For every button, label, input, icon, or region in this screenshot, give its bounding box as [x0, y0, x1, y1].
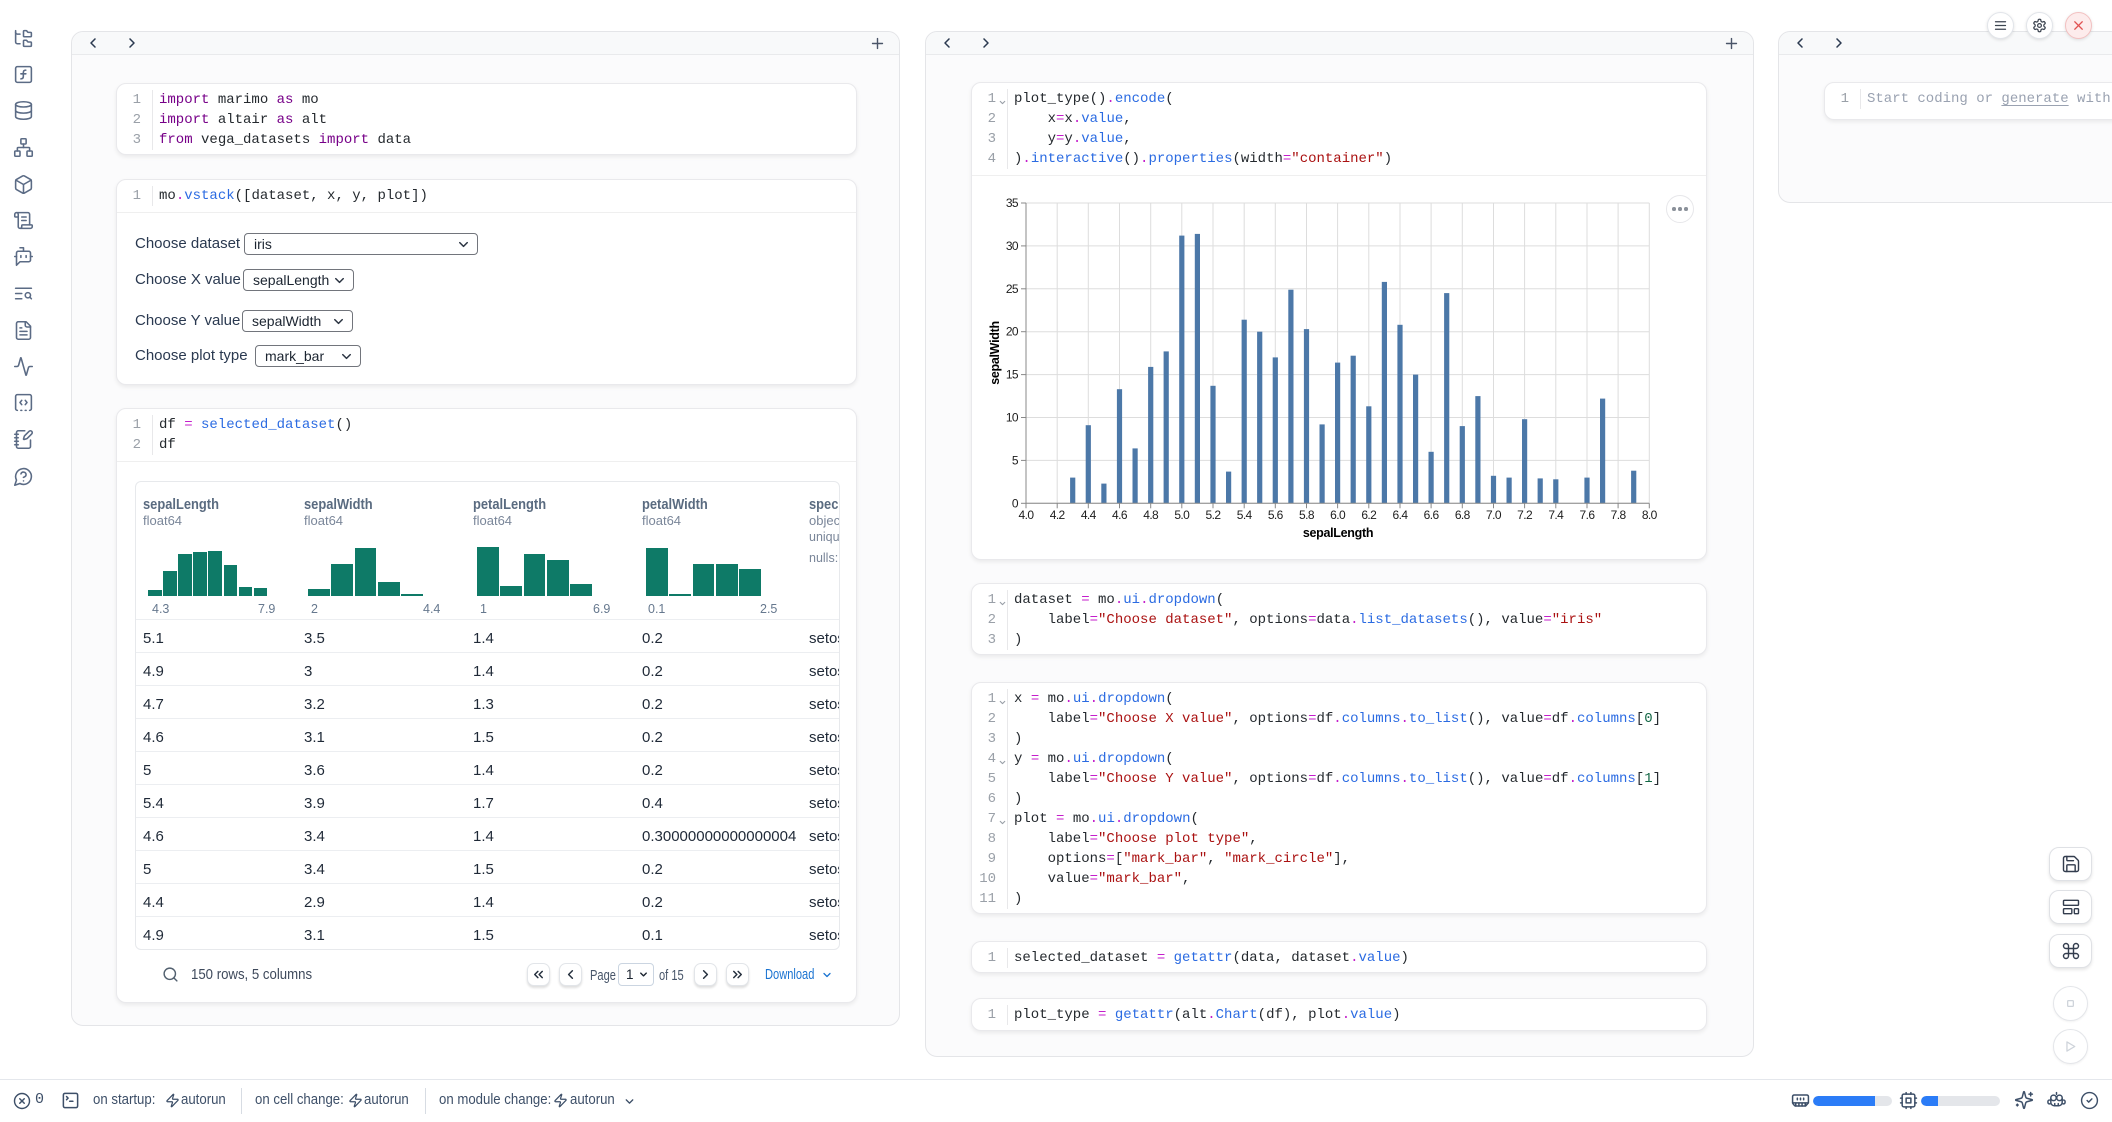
svg-text:7.4: 7.4: [1548, 508, 1564, 522]
svg-text:6.4: 6.4: [1393, 508, 1409, 522]
svg-text:20: 20: [1006, 325, 1019, 339]
svg-text:4.6: 4.6: [1112, 508, 1128, 522]
svg-text:5.6: 5.6: [1268, 508, 1284, 522]
svg-text:6.8: 6.8: [1455, 508, 1471, 522]
svg-text:5: 5: [1012, 453, 1019, 467]
svg-text:6.2: 6.2: [1361, 508, 1377, 522]
svg-text:4.4: 4.4: [1081, 508, 1097, 522]
svg-text:8.0: 8.0: [1642, 508, 1658, 522]
svg-text:4.2: 4.2: [1050, 508, 1066, 522]
svg-text:10: 10: [1006, 411, 1019, 425]
svg-text:6.6: 6.6: [1424, 508, 1440, 522]
svg-text:5.2: 5.2: [1206, 508, 1222, 522]
svg-text:sepalLength: sepalLength: [1303, 526, 1373, 540]
svg-text:15: 15: [1006, 368, 1019, 382]
svg-text:7.0: 7.0: [1486, 508, 1502, 522]
svg-text:4.0: 4.0: [1019, 508, 1035, 522]
svg-text:7.8: 7.8: [1611, 508, 1627, 522]
svg-text:5.8: 5.8: [1299, 508, 1315, 522]
svg-text:7.6: 7.6: [1580, 508, 1596, 522]
svg-text:5.4: 5.4: [1237, 508, 1253, 522]
svg-text:25: 25: [1006, 282, 1019, 296]
svg-text:5.0: 5.0: [1174, 508, 1190, 522]
svg-text:6.0: 6.0: [1330, 508, 1346, 522]
svg-text:35: 35: [1006, 196, 1019, 210]
svg-text:4.8: 4.8: [1143, 508, 1159, 522]
svg-text:7.2: 7.2: [1517, 508, 1533, 522]
svg-text:sepalWidth: sepalWidth: [988, 321, 1002, 385]
svg-text:30: 30: [1006, 239, 1019, 253]
